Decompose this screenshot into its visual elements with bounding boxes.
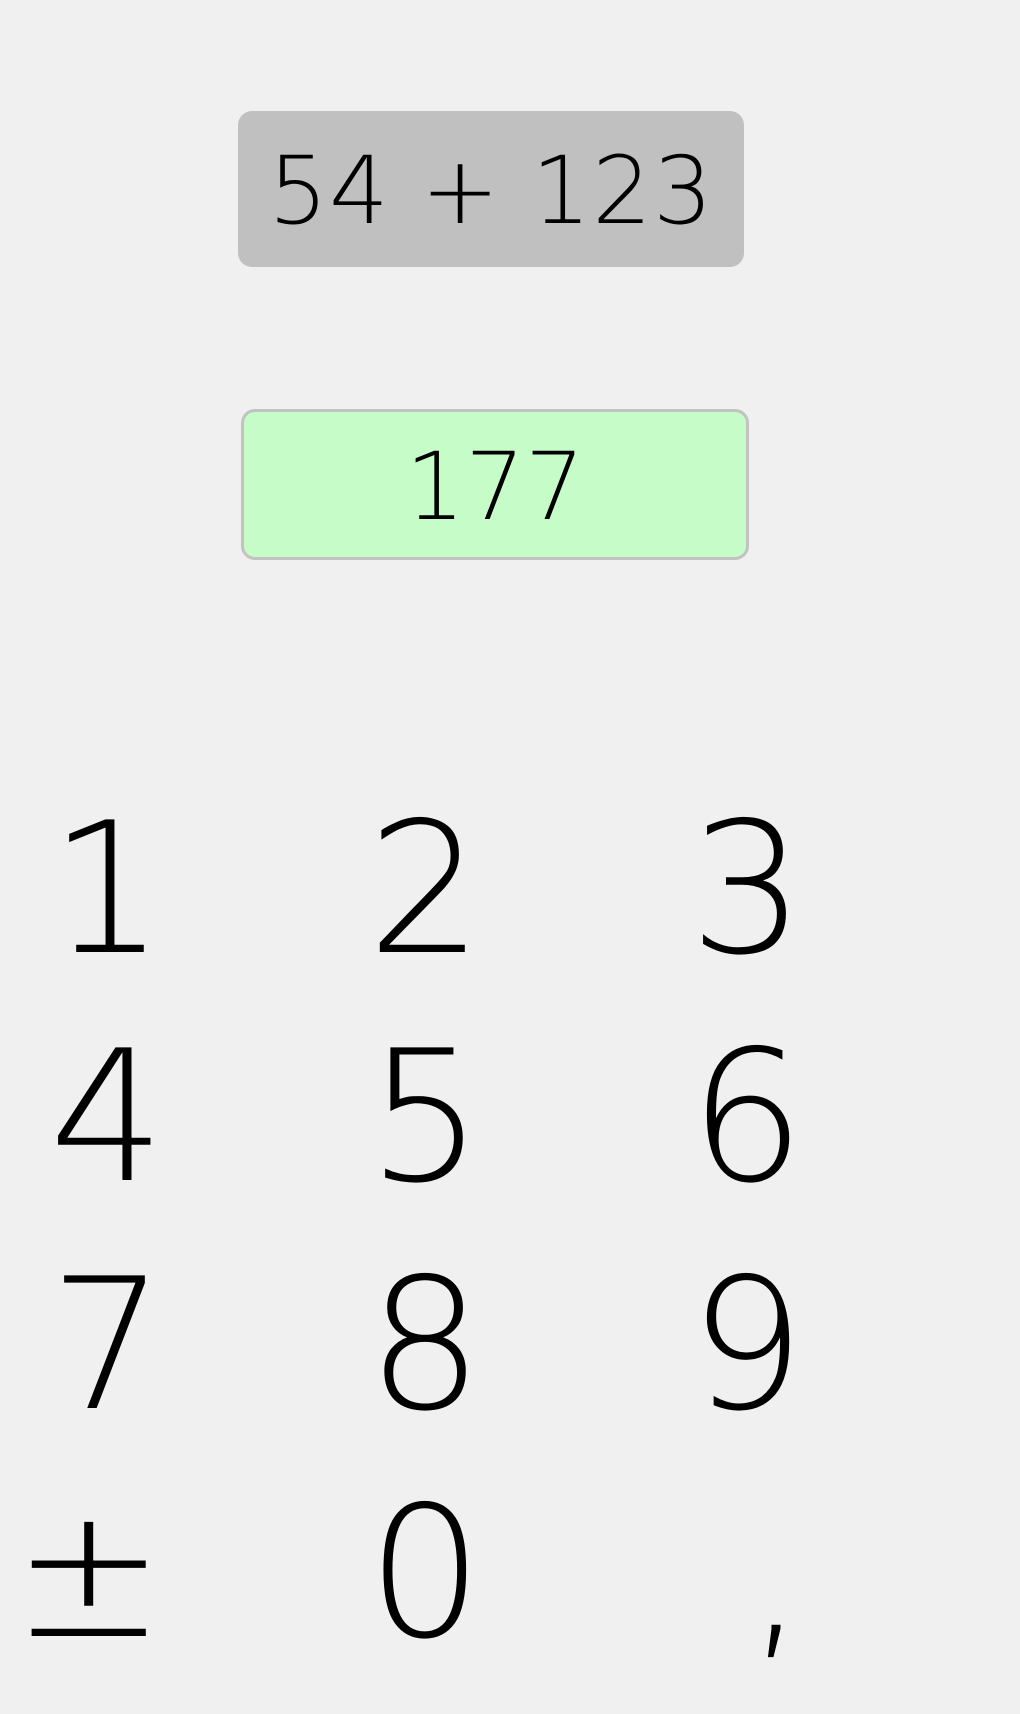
key-3[interactable]: 3 bbox=[483, 775, 805, 1003]
key-6[interactable]: 6 bbox=[483, 1003, 805, 1231]
key-4[interactable]: 4 bbox=[0, 1003, 165, 1231]
quiz-app: 54 + 123 177 1 2 3 4 5 6 7 8 9 ± 0 , bbox=[0, 0, 1020, 1714]
answer-value: 177 bbox=[405, 432, 585, 542]
key-8[interactable]: 8 bbox=[165, 1231, 483, 1459]
key-5[interactable]: 5 bbox=[165, 1003, 483, 1231]
key-0[interactable]: 0 bbox=[165, 1459, 483, 1687]
key-1[interactable]: 1 bbox=[0, 775, 165, 1003]
answer-field[interactable]: 177 bbox=[241, 409, 749, 560]
key-7[interactable]: 7 bbox=[0, 1231, 165, 1459]
key-9[interactable]: 9 bbox=[483, 1231, 805, 1459]
key-decimal-comma[interactable]: , bbox=[483, 1459, 805, 1687]
numeric-keypad: 1 2 3 4 5 6 7 8 9 ± 0 , bbox=[0, 775, 960, 1685]
key-2[interactable]: 2 bbox=[165, 775, 483, 1003]
question-box: 54 + 123 bbox=[238, 111, 744, 267]
key-plus-minus[interactable]: ± bbox=[0, 1459, 166, 1687]
question-expression: 54 + 123 bbox=[268, 137, 714, 246]
